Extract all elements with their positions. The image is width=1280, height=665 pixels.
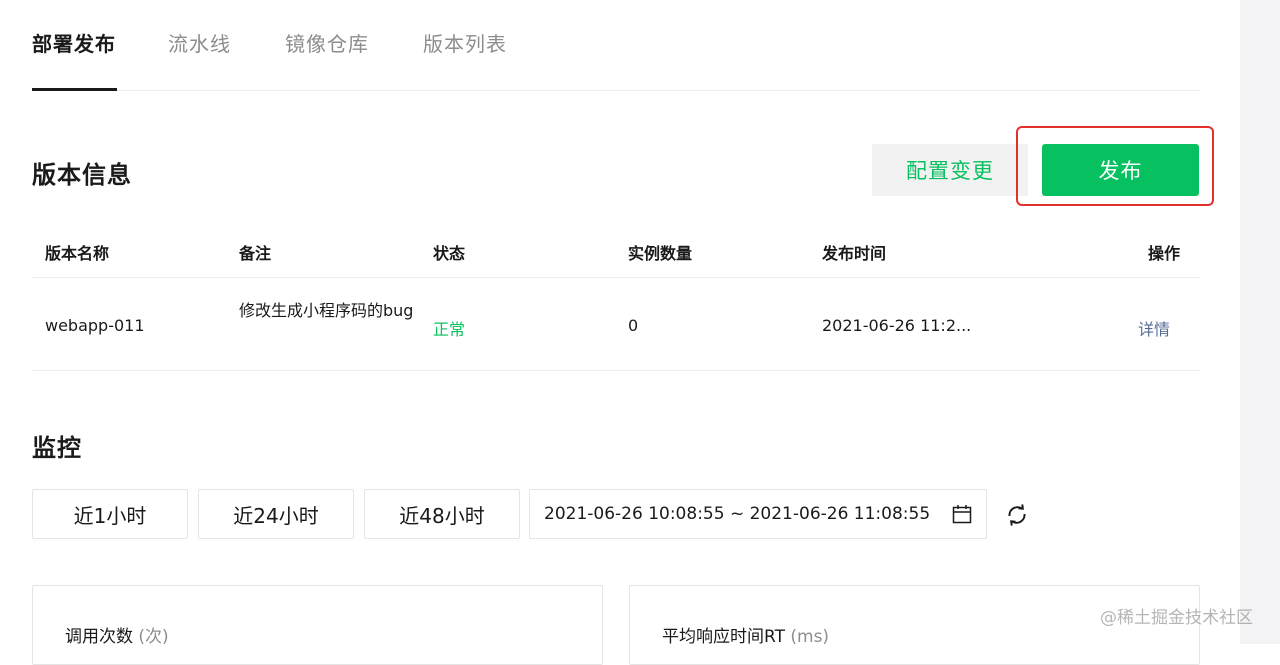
cell-note: 修改生成小程序码的bug [239,301,414,320]
col-header-action: 操作 [1148,244,1181,263]
calls-chart-card: 调用次数 (次) [32,585,603,665]
calls-card-unit: (次) [138,627,169,647]
calls-card-title: 调用次数 (次) [65,622,169,647]
active-tab-indicator [32,88,117,91]
table-row: webapp-011 修改生成小程序码的bug 正常 0 2021-06-26 … [32,278,1200,370]
tab-divider [32,90,1200,91]
table-row-divider [32,370,1200,371]
col-header-instances: 实例数量 [628,244,693,263]
tab-bar: 部署发布 流水线 镜像仓库 版本列表 [32,0,1200,92]
date-range-picker[interactable]: 2021-06-26 10:08:55 ~ 2021-06-26 11:08:5… [529,489,987,539]
version-section-title: 版本信息 [32,161,132,189]
date-range-text: 2021-06-26 10:08:55 ~ 2021-06-26 11:08:5… [544,504,931,524]
range-24h-button[interactable]: 近24小时 [198,489,354,539]
right-gutter [1240,0,1280,644]
tab-version-list[interactable]: 版本列表 [423,28,507,57]
tab-image-repo[interactable]: 镜像仓库 [285,28,369,57]
col-header-publish-time: 发布时间 [822,244,887,263]
config-change-button[interactable]: 配置变更 [872,144,1028,196]
col-header-status: 状态 [433,244,466,263]
cell-instances: 0 [628,316,639,335]
col-header-note: 备注 [239,244,272,263]
publish-highlight-annotation [1016,126,1214,206]
rt-card-label: 平均响应时间RT [662,627,785,647]
tab-pipeline[interactable]: 流水线 [168,28,231,57]
col-header-name: 版本名称 [45,244,110,263]
rt-card-unit: (ms) [790,627,830,647]
tab-deploy[interactable]: 部署发布 [32,28,116,57]
cell-version-name: webapp-011 [45,316,145,335]
cell-publish-time: 2021-06-26 11:2... [822,316,972,335]
watermark: @稀土掘金技术社区 [1100,608,1253,628]
range-48h-button[interactable]: 近48小时 [364,489,520,539]
cell-status: 正常 [433,320,466,339]
refresh-icon[interactable] [1005,503,1029,527]
range-1h-button[interactable]: 近1小时 [32,489,188,539]
calendar-icon [952,505,972,524]
calls-card-label: 调用次数 [65,627,133,647]
monitor-section-title: 监控 [32,434,82,462]
detail-link[interactable]: 详情 [1138,316,1170,340]
rt-card-title: 平均响应时间RT (ms) [662,622,829,647]
